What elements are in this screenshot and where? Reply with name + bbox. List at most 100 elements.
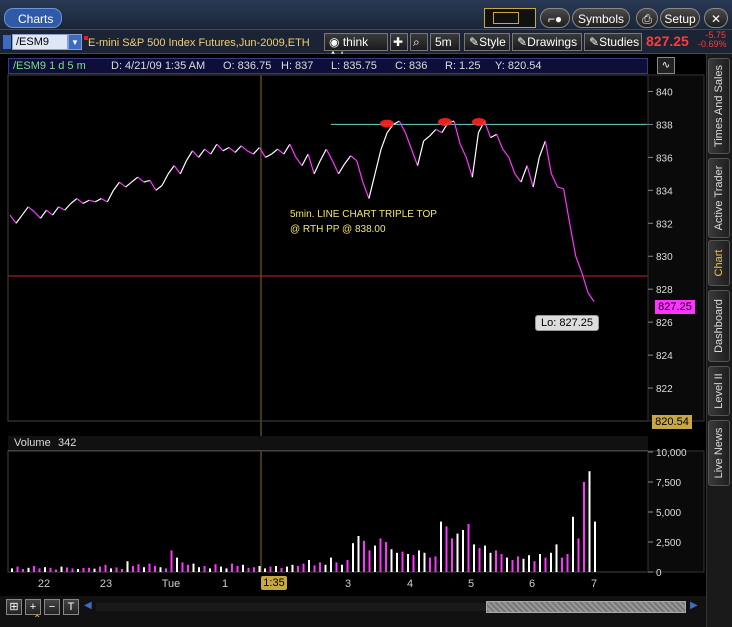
scroll-right-icon[interactable]: ▶ <box>690 600 700 614</box>
x-tick-label: 3 <box>345 578 351 590</box>
chart-settings-icon[interactable]: ∿ <box>657 57 675 74</box>
price-chart[interactable]: 822 824 826 828 830 832 834 836 838 840 0 2,500 5,0… <box>0 0 732 627</box>
tab-chart[interactable]: Chart <box>708 240 730 286</box>
price-segment <box>398 120 406 133</box>
scrollbar-thumb[interactable] <box>486 601 686 613</box>
x-tick-label: 4 <box>407 578 413 590</box>
price-segment <box>301 153 309 166</box>
price-segment <box>119 181 126 188</box>
price-tick-label: 834 <box>656 186 673 197</box>
chart-annotation: 5min. LINE CHART TRIPLE TOP @ RTH PP @ 8… <box>290 207 437 237</box>
price-segment <box>319 148 327 161</box>
price-segment <box>52 206 60 216</box>
price-tick-label: 840 <box>656 87 673 98</box>
tab-dashboard[interactable]: Dashboard <box>708 290 730 362</box>
header-open: O: 836.75 <box>223 60 272 72</box>
price-segment <box>307 153 315 175</box>
price-segment <box>39 209 47 219</box>
volume-tick-label: 5,000 <box>656 508 681 519</box>
price-segment <box>210 143 218 155</box>
tab-level-ii-label: Level II <box>713 373 725 409</box>
price-segment <box>283 143 291 155</box>
price-segment <box>100 198 108 203</box>
tab-active-trader[interactable]: Active Trader <box>708 158 730 238</box>
price-plot-frame <box>7 74 649 422</box>
price-segment <box>337 163 346 175</box>
triple-top-marker <box>472 117 486 126</box>
price-segment <box>9 214 17 224</box>
price-segment <box>550 173 559 188</box>
x-tick-label: 23 <box>100 578 112 590</box>
zoom-in-icon[interactable]: + <box>25 599 41 615</box>
header-date: D: 4/21/09 1:35 AM <box>111 60 206 72</box>
tab-active-trader-label: Active Trader <box>713 165 725 231</box>
price-segment <box>532 157 540 188</box>
triple-top-marker <box>438 117 452 126</box>
price-segment <box>544 140 553 174</box>
price-segment <box>496 134 504 150</box>
price-segment <box>404 132 413 150</box>
volume-tick-label: 10,000 <box>656 448 687 459</box>
x-tick-label: 5 <box>468 578 474 590</box>
price-segment <box>137 176 145 183</box>
price-segment <box>471 132 480 178</box>
annotation-line2: @ RTH PP @ 838.00 <box>290 224 386 235</box>
zoom-out-icon[interactable]: − <box>44 599 60 615</box>
price-segment <box>380 132 388 150</box>
volume-header: Volume 342 <box>8 436 648 451</box>
price-segment <box>502 148 510 158</box>
price-segment <box>82 199 90 205</box>
layout-grid-icon[interactable]: ⊞ <box>6 599 22 615</box>
price-segment <box>33 211 41 219</box>
text-tool-icon[interactable]: T <box>63 599 79 615</box>
price-segment <box>216 143 224 152</box>
price-segment <box>258 147 267 158</box>
tab-dashboard-label: Dashboard <box>713 299 725 353</box>
chart-header: /ESM9 1 d 5 m D: 4/21/09 1:35 AM O: 836.… <box>8 58 648 74</box>
last-price-badge: 827.25 <box>655 300 695 314</box>
price-segment <box>368 173 376 199</box>
price-segment <box>204 148 212 155</box>
tab-level-ii[interactable]: Level II <box>708 366 730 416</box>
price-segment <box>15 214 23 224</box>
price-segment <box>222 146 230 152</box>
triple-top-marker <box>380 119 394 128</box>
expand-up-icon[interactable]: ⌃ <box>33 614 41 625</box>
price-tick-label: 826 <box>656 318 673 329</box>
header-close: C: 836 <box>395 60 428 72</box>
volume-tick-label: 0 <box>656 568 662 579</box>
price-segment <box>46 209 53 216</box>
tab-times-and-sales[interactable]: Times And Sales <box>708 58 730 154</box>
price-segment <box>106 190 114 203</box>
x-tick-label: 1 <box>222 578 228 590</box>
price-segment <box>143 179 151 183</box>
price-segment <box>70 198 78 204</box>
price-segment <box>587 292 595 302</box>
price-segment <box>350 155 358 162</box>
price-segment <box>27 206 35 213</box>
price-segment <box>228 147 236 153</box>
price-segment <box>198 148 206 158</box>
price-segment <box>277 148 285 155</box>
price-segment <box>58 206 66 211</box>
price-tick-label: 824 <box>656 351 673 362</box>
price-segment <box>459 143 467 158</box>
scroll-left-icon[interactable]: ◀ <box>84 600 94 614</box>
tab-live-news[interactable]: Live News <box>708 420 730 486</box>
price-segment <box>167 165 175 175</box>
price-segment <box>131 176 139 183</box>
price-segment <box>94 198 102 203</box>
price-segment <box>265 153 272 158</box>
price-segment <box>344 155 352 165</box>
price-tick-label: 838 <box>656 120 673 131</box>
chart-title: /ESM9 1 d 5 m <box>13 60 86 72</box>
price-segment <box>325 148 333 161</box>
header-high: H: 837 <box>281 60 314 72</box>
price-tick-label: 828 <box>656 285 673 296</box>
price-segment <box>246 150 254 155</box>
price-tick-label: 822 <box>656 384 673 395</box>
price-segment <box>192 150 200 158</box>
x-tick-label: 6 <box>529 578 535 590</box>
price-segment <box>483 120 492 138</box>
price-segment <box>435 128 443 134</box>
